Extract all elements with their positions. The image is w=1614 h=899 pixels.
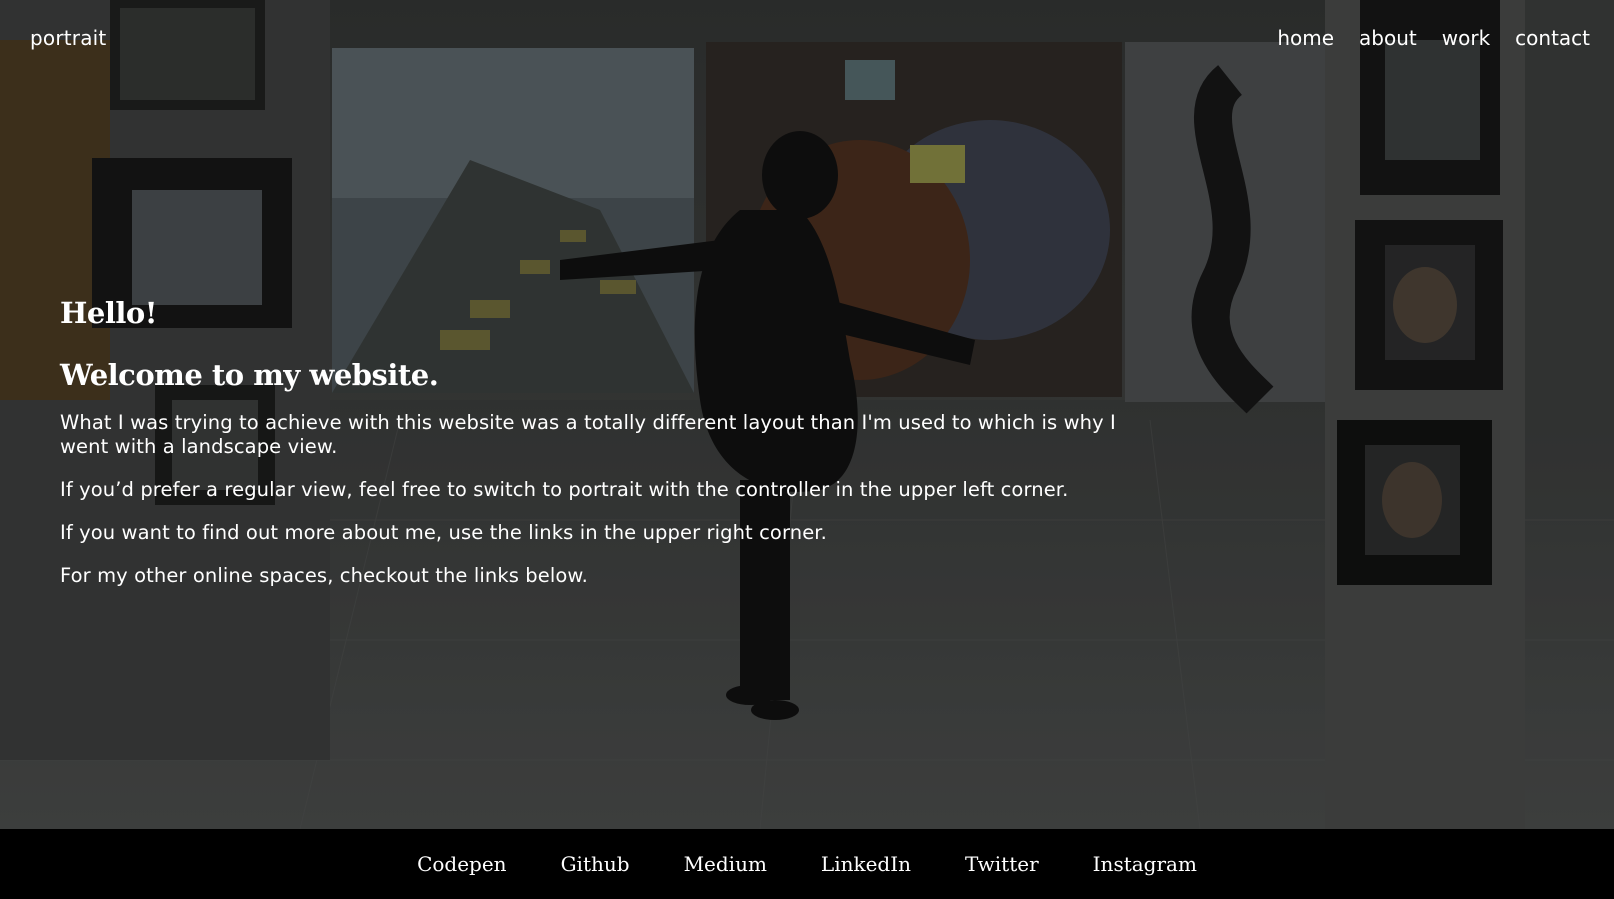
- nav-about-link[interactable]: about: [1359, 26, 1417, 50]
- nav-contact-link[interactable]: contact: [1515, 26, 1590, 50]
- footer-instagram-link[interactable]: Instagram: [1093, 852, 1197, 876]
- footer-medium-link[interactable]: Medium: [684, 852, 767, 876]
- nav-home-link[interactable]: home: [1277, 26, 1334, 50]
- footer-github-link[interactable]: Github: [561, 852, 630, 876]
- greeting-heading: Hello!: [60, 296, 157, 330]
- social-links-footer: Codepen Github Medium LinkedIn Twitter I…: [0, 829, 1614, 899]
- portrait-toggle[interactable]: portrait: [30, 26, 106, 50]
- footer-codepen-link[interactable]: Codepen: [417, 852, 507, 876]
- intro-paragraph-about: If you want to find out more about me, u…: [60, 521, 827, 544]
- intro-paragraph-online: For my other online spaces, checkout the…: [60, 564, 588, 587]
- footer-linkedin-link[interactable]: LinkedIn: [821, 852, 911, 876]
- nav-work-link[interactable]: work: [1442, 26, 1490, 50]
- main-nav: home about work contact: [1277, 26, 1590, 50]
- intro-content: Hello! Welcome to my website. What I was…: [60, 295, 1140, 607]
- welcome-heading: Welcome to my website.: [60, 358, 439, 392]
- intro-paragraph-layout: What I was trying to achieve with this w…: [60, 411, 1116, 458]
- intro-paragraph-portrait: If you’d prefer a regular view, feel fre…: [60, 478, 1069, 501]
- hero-section: portrait home about work contact Hello! …: [0, 0, 1614, 829]
- footer-twitter-link[interactable]: Twitter: [965, 852, 1039, 876]
